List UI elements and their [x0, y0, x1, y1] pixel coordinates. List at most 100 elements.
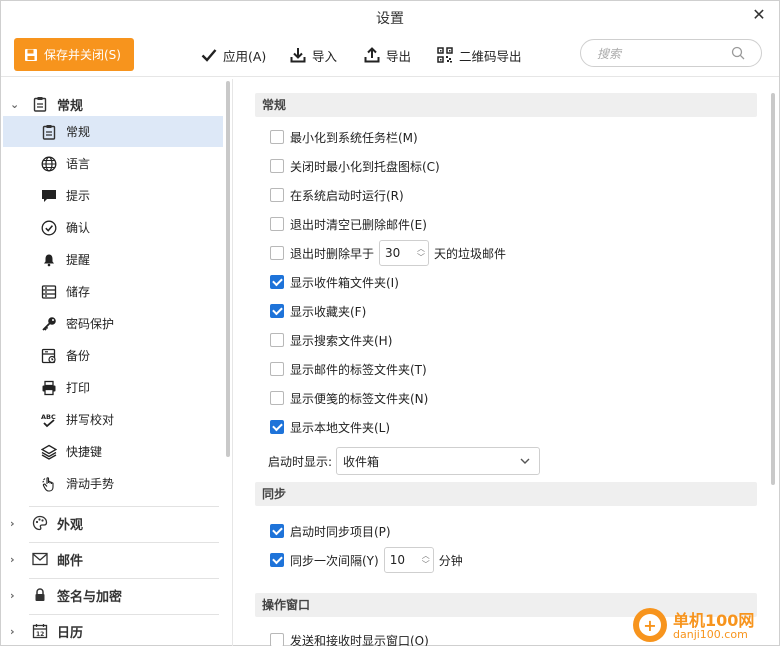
sidebar-item-password[interactable]: 密码保护	[3, 308, 223, 339]
sidebar-item-gestures[interactable]: 滑动手势	[3, 468, 223, 499]
option-show-mail-tag-folder[interactable]: 显示邮件的标签文件夹(T)	[270, 359, 427, 379]
qr-export-button[interactable]: 二维码导出	[437, 45, 522, 65]
option-minimize-to-tray[interactable]: 关闭时最小化到托盘图标(C)	[270, 156, 440, 176]
checkbox[interactable]	[270, 246, 284, 260]
checkbox[interactable]	[270, 304, 284, 318]
stepper-arrows[interactable]: ︿ ﹀	[414, 241, 428, 265]
lock-icon	[32, 588, 48, 602]
sidebar-scrollbar[interactable]	[226, 81, 230, 457]
option-show-note-tag-folder[interactable]: 显示便笺的标签文件夹(N)	[270, 388, 428, 408]
backup-icon	[41, 348, 57, 364]
chevron-down-icon[interactable]: ﹀	[417, 253, 425, 262]
sidebar-item-label: 提醒	[66, 253, 91, 267]
option-show-search-folder[interactable]: 显示搜索文件夹(H)	[270, 330, 392, 350]
checkbox[interactable]	[270, 524, 284, 538]
palette-icon	[32, 515, 48, 531]
checkbox[interactable]	[270, 633, 284, 646]
sidebar-item-label: 备份	[66, 349, 91, 363]
startup-show-label: 启动时显示:	[268, 454, 333, 469]
sidebar-group-signature[interactable]: › 签名与加密	[1, 581, 219, 609]
sidebar-item-label: 常规	[66, 125, 91, 139]
option-show-inbox-folder[interactable]: 显示收件箱文件夹(I)	[270, 272, 399, 292]
spellcheck-icon: ABC	[41, 412, 57, 428]
interval-stepper[interactable]: ︿﹀	[383, 547, 434, 573]
close-icon[interactable]: ✕	[749, 5, 769, 25]
option-label: 显示本地文件夹(L)	[290, 420, 391, 435]
sidebar-group-appearance[interactable]: › 外观	[1, 509, 219, 537]
option-label: 在系统启动时运行(R)	[290, 188, 404, 203]
option-sync-interval[interactable]: 同步一次间隔(Y) ︿﹀ 分钟	[270, 547, 463, 573]
section-header-sync: 同步	[255, 482, 757, 506]
layers-icon	[41, 444, 57, 460]
checkbox[interactable]	[270, 391, 284, 405]
site-watermark: + 单机100网 danji100.com	[633, 605, 780, 645]
sidebar-item-storage[interactable]: 储存	[3, 276, 223, 307]
option-label: 显示搜索文件夹(H)	[290, 333, 393, 348]
key-icon	[41, 316, 57, 332]
chevron-up-icon[interactable]: ︿	[422, 551, 430, 560]
stepper-arrows[interactable]: ︿ ﹀	[419, 548, 433, 572]
days-input[interactable]	[380, 241, 415, 265]
checkbox[interactable]	[270, 333, 284, 347]
sidebar-item-label: 密码保护	[66, 317, 115, 331]
svg-text:12: 12	[36, 631, 44, 638]
sidebar-item-confirm[interactable]: 确认	[3, 212, 223, 243]
option-empty-deleted[interactable]: 退出时清空已删除邮件(E)	[270, 214, 427, 234]
settings-sidebar: ⌄ 常规 常规 语言 提示 确认 提醒 储存 密码保护 备份 打印 ABC 拼写…	[1, 79, 233, 646]
option-label: 最小化到系统任务栏(M)	[290, 130, 418, 145]
sidebar-group-mail[interactable]: › 邮件	[1, 545, 219, 573]
sidebar-item-backup[interactable]: 备份	[3, 340, 223, 371]
sidebar-item-shortcuts[interactable]: 快捷键	[3, 436, 223, 467]
save-and-close-button[interactable]: 保存并关闭(S)	[14, 38, 134, 71]
sidebar-group-calendar[interactable]: › 12 日历	[1, 617, 219, 645]
startup-show-select[interactable]: 收件箱	[336, 447, 541, 475]
sidebar-group-general[interactable]: ⌄ 常规	[1, 90, 219, 118]
group-divider	[29, 578, 219, 579]
search-input[interactable]	[597, 45, 727, 63]
export-label: 导出	[386, 48, 412, 64]
sidebar-item-general[interactable]: 常规	[3, 116, 223, 147]
sidebar-item-label: 打印	[66, 381, 91, 395]
chevron-down-icon[interactable]: ﹀	[422, 560, 430, 569]
chevron-right-icon: ›	[10, 588, 15, 602]
option-show-favorites[interactable]: 显示收藏夹(F)	[270, 301, 366, 321]
option-minimize-to-taskbar[interactable]: 最小化到系统任务栏(M)	[270, 127, 418, 147]
checkbox[interactable]	[270, 188, 284, 202]
section-header-general: 常规	[255, 93, 757, 117]
interval-input[interactable]	[384, 548, 419, 572]
option-delete-older-junk[interactable]: 退出时删除早于 ︿﹀ 天的垃圾邮件	[270, 240, 506, 266]
days-stepper[interactable]: ︿﹀	[379, 240, 430, 266]
apply-button[interactable]: 应用(A)	[201, 45, 266, 65]
option-show-window-on-send[interactable]: 发送和接收时显示窗口(O)	[270, 630, 429, 646]
group-label-general: 常规	[57, 98, 84, 114]
sidebar-item-spellcheck[interactable]: ABC 拼写校对	[3, 404, 223, 435]
option-show-local-folder[interactable]: 显示本地文件夹(L)	[270, 417, 390, 437]
sidebar-item-language[interactable]: 语言	[3, 148, 223, 179]
group-divider	[29, 506, 219, 507]
checkbox[interactable]	[270, 275, 284, 289]
checkbox[interactable]	[270, 362, 284, 376]
option-run-on-startup[interactable]: 在系统启动时运行(R)	[270, 185, 404, 205]
printer-icon	[41, 380, 57, 396]
checkbox[interactable]	[270, 159, 284, 173]
chevron-up-icon[interactable]: ︿	[417, 244, 425, 253]
hand-gesture-icon	[41, 476, 57, 492]
option-sync-on-start[interactable]: 启动时同步项目(P)	[270, 521, 391, 541]
sidebar-item-reminder[interactable]: 提醒	[3, 244, 223, 275]
search-icon[interactable]	[731, 46, 745, 60]
chevron-right-icon: ›	[10, 624, 15, 638]
select-value: 收件箱	[343, 454, 380, 469]
group-divider	[29, 614, 219, 615]
checkbox[interactable]	[270, 553, 284, 567]
option-suffix: 分钟	[438, 553, 463, 568]
clipboard-icon	[41, 124, 57, 140]
checkbox[interactable]	[270, 130, 284, 144]
checkbox[interactable]	[270, 217, 284, 231]
content-scrollbar[interactable]	[771, 93, 775, 485]
sidebar-item-print[interactable]: 打印	[3, 372, 223, 403]
clipboard-icon	[32, 96, 48, 112]
sidebar-item-tips[interactable]: 提示	[3, 180, 223, 211]
checkbox[interactable]	[270, 420, 284, 434]
export-button[interactable]: 导出	[364, 45, 411, 65]
import-button[interactable]: 导入	[290, 45, 337, 65]
